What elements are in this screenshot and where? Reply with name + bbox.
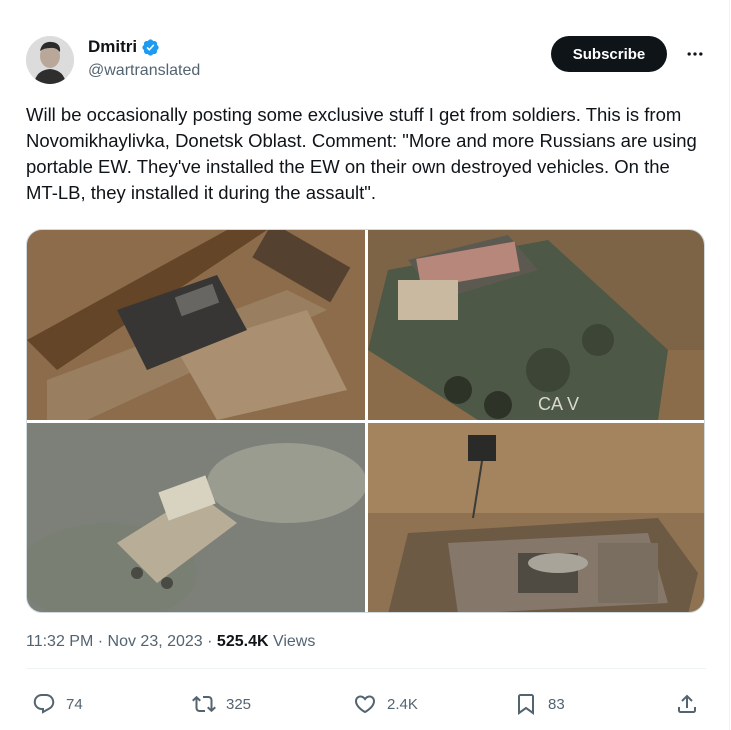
- action-bar: 74 325 2.4K 83: [26, 688, 706, 720]
- post-text: Will be occasionally posting some exclus…: [26, 104, 697, 203]
- like-count: 2.4K: [387, 695, 418, 713]
- views-count: 525.4K: [216, 633, 269, 650]
- repost-button[interactable]: 325: [192, 688, 251, 720]
- author-name-row[interactable]: Dmitri: [88, 37, 160, 57]
- post-time[interactable]: 11:32 PM: [26, 633, 93, 650]
- post-meta: 11:32 PM · Nov 23, 2023 · 525.4K Views: [26, 633, 315, 651]
- reply-count: 74: [66, 695, 83, 713]
- avatar[interactable]: [26, 36, 74, 84]
- subscribe-button[interactable]: Subscribe: [551, 36, 667, 72]
- reply-button[interactable]: 74: [32, 688, 83, 720]
- meta-separator: ·: [93, 633, 108, 650]
- meta-separator-2: ·: [202, 633, 217, 650]
- author-handle[interactable]: @wartranslated: [88, 62, 200, 80]
- photo-4[interactable]: [368, 423, 704, 612]
- photo-2[interactable]: CA V: [368, 230, 704, 420]
- photo-1[interactable]: [27, 230, 365, 420]
- repost-icon: [192, 695, 216, 713]
- share-icon: [678, 694, 696, 713]
- like-button[interactable]: 2.4K: [353, 688, 418, 720]
- repost-count: 325: [226, 695, 252, 713]
- svg-text:CA V: CA V: [538, 394, 579, 414]
- photo-3[interactable]: [27, 423, 365, 612]
- verified-badge-icon: [141, 38, 160, 57]
- more-icon[interactable]: [683, 42, 707, 66]
- tweet-card: Dmitri @wartranslated Subscribe Will be …: [0, 0, 730, 730]
- divider: [26, 668, 706, 669]
- like-icon: [354, 695, 376, 714]
- share-button[interactable]: [675, 688, 699, 720]
- author-name[interactable]: Dmitri: [88, 37, 137, 57]
- media-grid[interactable]: CA V: [26, 229, 705, 613]
- bookmark-button[interactable]: 83: [514, 688, 565, 720]
- post-date[interactable]: Nov 23, 2023: [108, 633, 203, 650]
- bookmark-count: 83: [548, 695, 565, 713]
- bookmark-icon: [518, 694, 534, 715]
- views-label: Views: [268, 633, 316, 650]
- reply-icon: [33, 694, 55, 714]
